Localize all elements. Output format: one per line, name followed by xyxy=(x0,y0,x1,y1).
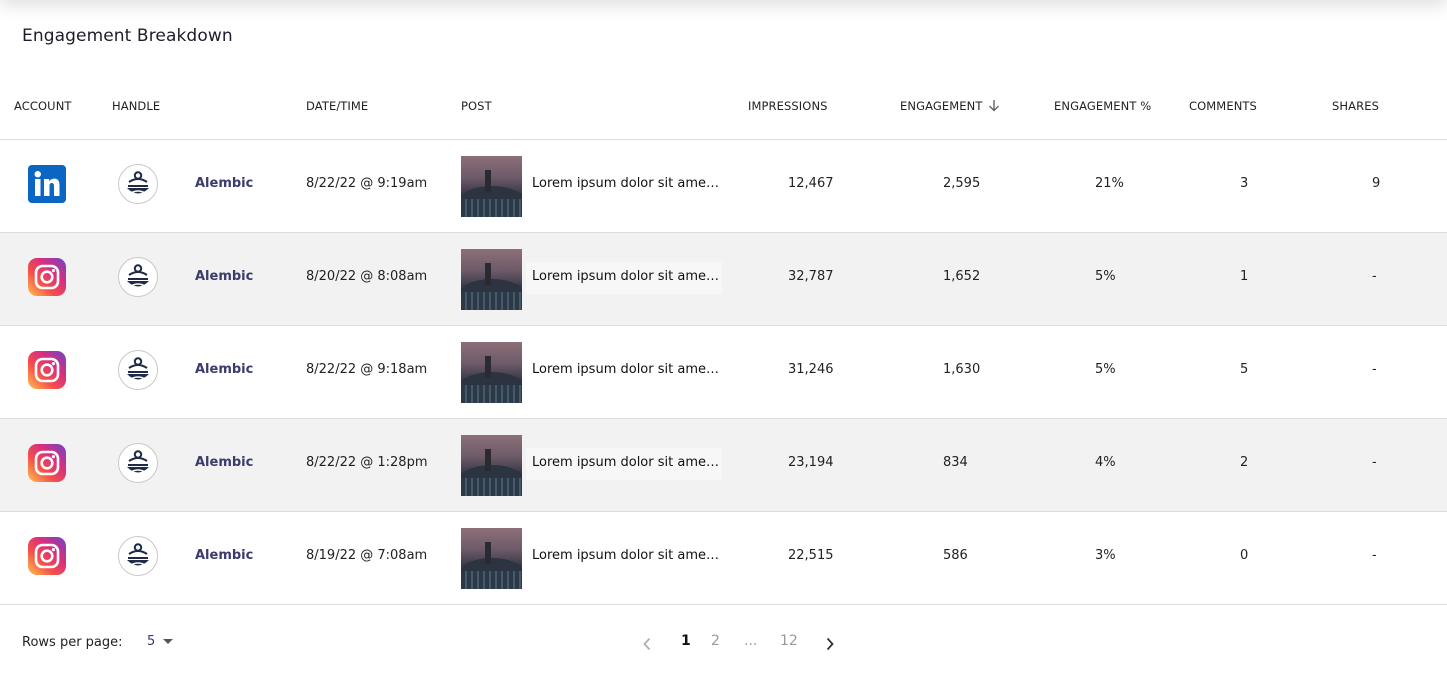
table-row[interactable]: Alembic 8/20/22 @ 8:08am Lorem ipsum dolor… xyxy=(0,233,1447,326)
column-impressions[interactable]: IMPRESSIONS xyxy=(748,99,828,113)
post-thumbnail[interactable] xyxy=(461,156,522,217)
post-datetime: 8/22/22 @ 1:28pm xyxy=(306,455,428,470)
instagram-icon xyxy=(28,537,66,575)
column-datetime[interactable]: DATE/TIME xyxy=(306,99,368,113)
column-engagement[interactable]: ENGAGEMENT xyxy=(900,99,1000,115)
shares-value: - xyxy=(1372,548,1377,563)
comments-value: 2 xyxy=(1240,455,1249,470)
post-datetime: 8/22/22 @ 9:19am xyxy=(306,176,428,191)
shares-value: - xyxy=(1372,362,1377,377)
engagement-value: 1,630 xyxy=(943,362,981,377)
comments-value: 0 xyxy=(1240,548,1249,563)
column-post[interactable]: POST xyxy=(461,99,492,113)
chevron-left-icon[interactable] xyxy=(642,636,652,655)
handle-name[interactable]: Alembic xyxy=(195,269,253,284)
instagram-icon xyxy=(28,351,66,389)
handle-name[interactable]: Alembic xyxy=(195,176,253,191)
handle-name[interactable]: Alembic xyxy=(195,455,253,470)
table-row[interactable]: Alembic 8/22/22 @ 9:19am Lorem ipsum dolor… xyxy=(0,140,1447,233)
post-datetime: 8/20/22 @ 8:08am xyxy=(306,269,428,284)
engagement-value: 1,652 xyxy=(943,269,981,284)
engagement-value: 2,595 xyxy=(943,176,981,191)
handle-name[interactable]: Alembic xyxy=(195,362,253,377)
shares-value: - xyxy=(1372,455,1377,470)
impressions-value: 32,787 xyxy=(788,269,834,284)
arrow-down-icon[interactable] xyxy=(988,99,1000,115)
shares-value: - xyxy=(1372,269,1377,284)
page-1-button[interactable]: 1 xyxy=(681,633,691,649)
page-12-button[interactable]: 12 xyxy=(780,633,798,649)
column-account[interactable]: ACCOUNT xyxy=(14,99,72,113)
engagement-pct-value: 5% xyxy=(1095,269,1116,284)
handle-name[interactable]: Alembic xyxy=(195,548,253,563)
column-comments[interactable]: COMMENTS xyxy=(1189,99,1257,113)
alembic-avatar xyxy=(118,536,158,576)
post-thumbnail[interactable] xyxy=(461,528,522,589)
post-thumbnail[interactable] xyxy=(461,435,522,496)
column-handle[interactable]: HANDLE xyxy=(112,99,160,113)
impressions-value: 23,194 xyxy=(788,455,834,470)
linkedin-icon xyxy=(28,165,66,203)
column-shares[interactable]: SHARES xyxy=(1332,99,1379,113)
alembic-avatar xyxy=(118,257,158,297)
alembic-avatar xyxy=(118,443,158,483)
engagement-value: 834 xyxy=(943,455,968,470)
page-title: Engagement Breakdown xyxy=(22,26,233,46)
page-ellipsis: ... xyxy=(744,633,758,649)
impressions-value: 22,515 xyxy=(788,548,834,563)
post-text[interactable]: Lorem ipsum dolor sit amet, consectetur xyxy=(526,169,722,201)
comments-value: 3 xyxy=(1240,176,1249,191)
rows-per-page-label: Rows per page: xyxy=(22,635,123,650)
post-datetime: 8/19/22 @ 7:08am xyxy=(306,548,428,563)
engagement-pct-value: 4% xyxy=(1095,455,1116,470)
rows-per-page-value: 5 xyxy=(147,634,156,649)
table-row[interactable]: Alembic 8/22/22 @ 9:18am Lorem ipsum dolor… xyxy=(0,326,1447,419)
post-text[interactable]: Lorem ipsum dolor sit amet, consectetur xyxy=(526,541,722,573)
instagram-icon xyxy=(28,258,66,296)
engagement-pct-value: 21% xyxy=(1095,176,1124,191)
table-row[interactable]: Alembic 8/22/22 @ 1:28pm Lorem ipsum dolor… xyxy=(0,419,1447,512)
caret-down-icon xyxy=(163,639,174,644)
impressions-value: 12,467 xyxy=(788,176,834,191)
alembic-avatar xyxy=(118,350,158,390)
instagram-icon xyxy=(28,444,66,482)
engagement-value: 586 xyxy=(943,548,968,563)
engagement-pct-value: 3% xyxy=(1095,548,1116,563)
engagement-pct-value: 5% xyxy=(1095,362,1116,377)
chevron-right-icon[interactable] xyxy=(825,636,835,655)
comments-value: 5 xyxy=(1240,362,1249,377)
post-thumbnail[interactable] xyxy=(461,249,522,310)
table-footer: Rows per page: 5 1 2 ... 12 xyxy=(0,605,1447,679)
column-engagement-label: ENGAGEMENT xyxy=(900,99,983,113)
table-header: ACCOUNT HANDLE DATE/TIME POST IMPRESSION… xyxy=(0,73,1447,140)
comments-value: 1 xyxy=(1240,269,1249,284)
post-text[interactable]: Lorem ipsum dolor sit amet, consectetur xyxy=(526,448,722,480)
shares-value: 9 xyxy=(1372,176,1381,191)
post-text[interactable]: Lorem ipsum dolor sit amet, consectetur xyxy=(526,262,722,294)
page-2-button[interactable]: 2 xyxy=(711,633,720,649)
post-text[interactable]: Lorem ipsum dolor sit amet, consectetur xyxy=(526,355,722,387)
post-datetime: 8/22/22 @ 9:18am xyxy=(306,362,428,377)
rows-per-page-select[interactable]: 5 xyxy=(147,634,174,649)
impressions-value: 31,246 xyxy=(788,362,834,377)
alembic-avatar xyxy=(118,164,158,204)
table-row[interactable]: Alembic 8/19/22 @ 7:08am Lorem ipsum dolor… xyxy=(0,512,1447,605)
post-thumbnail[interactable] xyxy=(461,342,522,403)
column-engagement-pct[interactable]: ENGAGEMENT % xyxy=(1054,99,1151,113)
